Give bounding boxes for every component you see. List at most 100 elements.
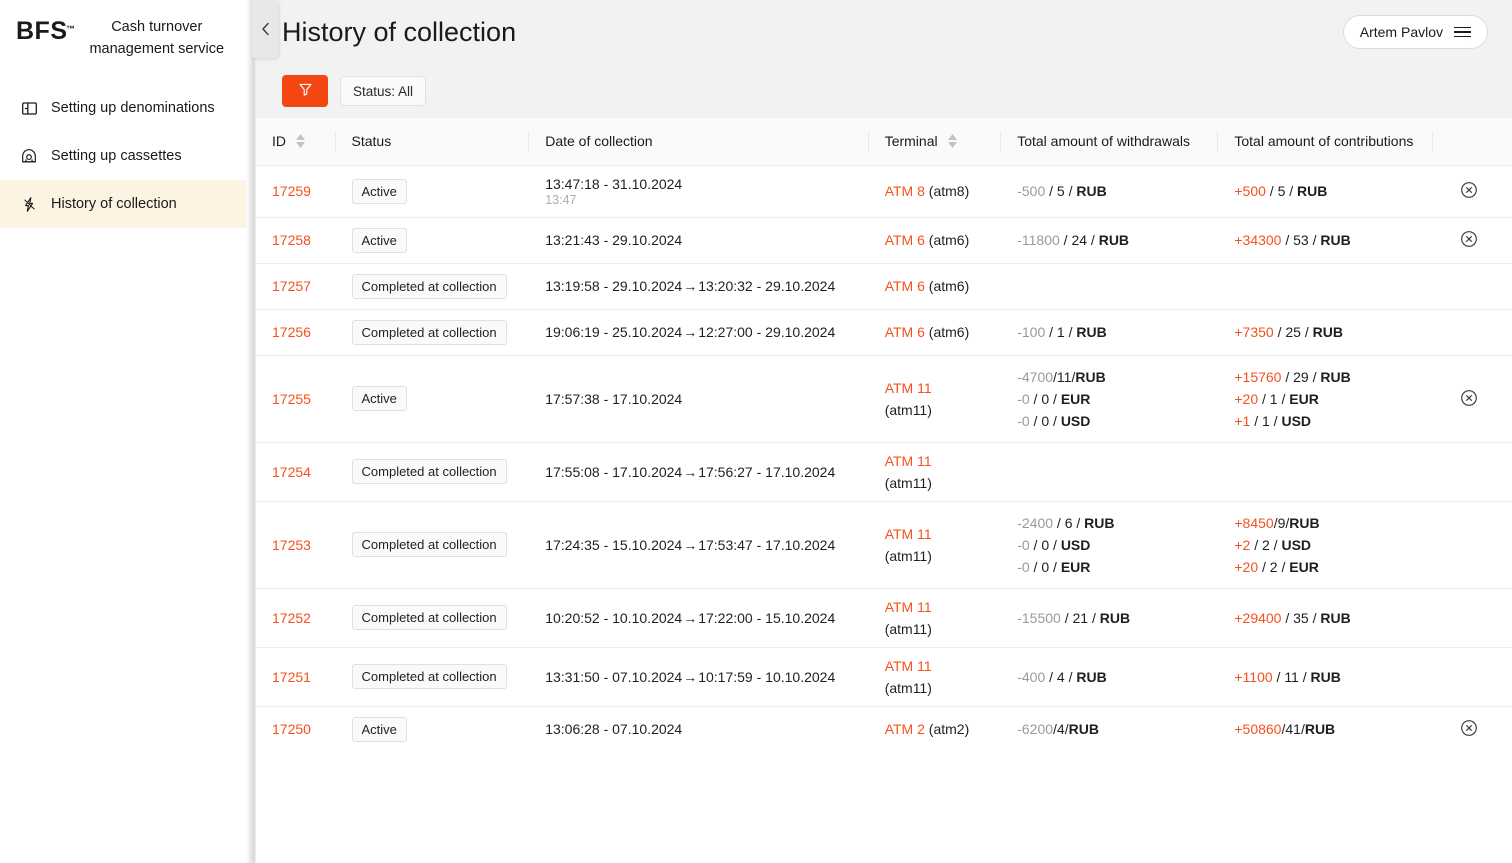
filter-button[interactable] xyxy=(282,75,328,107)
cancel-circle-icon[interactable] xyxy=(1459,718,1479,738)
column-label: Total amount of contributions xyxy=(1234,133,1414,150)
status-filter-chip[interactable]: Status: All xyxy=(340,76,427,106)
terminal-name[interactable]: ATM 2 xyxy=(885,721,925,737)
amount-value: -0 xyxy=(1017,412,1030,429)
id-link[interactable]: 17255 xyxy=(272,391,311,407)
cell-withdrawals: -6200/4/RUB xyxy=(1001,706,1219,752)
terminal-name[interactable]: ATM 6 xyxy=(885,278,925,294)
terminal-name[interactable]: ATM 6 xyxy=(885,324,925,340)
table-row[interactable]: 17257 Completed at collection 13:19:58 - 2… xyxy=(256,263,1512,310)
separator: / xyxy=(1258,390,1270,407)
table-row[interactable]: 17253 Completed at collection 17:24:35 - 1… xyxy=(256,501,1512,589)
id-link[interactable]: 17250 xyxy=(272,721,311,737)
date-start: 19:06:19 - 25.10.2024 xyxy=(545,324,683,340)
user-menu-button[interactable]: Artem Pavlov xyxy=(1342,15,1488,49)
terminal-name[interactable]: ATM 11 xyxy=(885,658,1002,674)
date-start: 17:57:38 - 17.10.2024 xyxy=(545,390,683,407)
amount-value: -0 xyxy=(1017,536,1030,553)
status-badge[interactable]: Completed at collection xyxy=(351,532,507,557)
cell-id: 17250 xyxy=(256,706,336,752)
table-row[interactable]: 17254 Completed at collection 17:55:08 - 1… xyxy=(256,442,1512,502)
separator: / xyxy=(1300,324,1313,340)
sort-toggle-icon[interactable] xyxy=(947,134,957,149)
status-badge[interactable]: Completed at collection xyxy=(351,319,507,345)
cell-id: 17258 xyxy=(256,217,336,264)
terminal-code: (atm11) xyxy=(884,679,932,696)
table-row[interactable]: 17255 Active 17:57:38 - 17.10.2024 ATM 11 (a… xyxy=(256,355,1512,443)
cancel-circle-icon[interactable] xyxy=(1459,229,1479,249)
status-badge[interactable]: Active xyxy=(351,227,407,253)
cancel-circle-icon[interactable] xyxy=(1459,388,1479,408)
separator: / xyxy=(1250,412,1262,429)
status-badge[interactable]: Active xyxy=(351,178,407,204)
separator: / xyxy=(1277,390,1290,407)
status-badge[interactable]: Active xyxy=(351,716,407,742)
cell-status: Completed at collection xyxy=(335,263,530,310)
sidebar-item-denominations[interactable]: Setting up denominations xyxy=(0,84,256,132)
separator: / xyxy=(1269,412,1282,429)
amount-line: +500 / 5 / RUB xyxy=(1234,180,1433,202)
column-header-total-contributions: Total amount of contributions xyxy=(1218,118,1434,166)
table-row[interactable]: 17259 Active 13:47:18 - 31.10.2024 13:47 ATM… xyxy=(256,165,1512,218)
column-header-id[interactable]: ID xyxy=(256,118,336,166)
cell-withdrawals: -15500 / 21 / RUB xyxy=(1001,588,1219,648)
id-link[interactable]: 17256 xyxy=(272,324,311,340)
trademark-mark: ™ xyxy=(66,24,76,34)
table-header-row: ID Status Date of collection Terminal To… xyxy=(256,118,1512,166)
status-badge[interactable]: Completed at collection xyxy=(351,605,507,630)
id-link[interactable]: 17259 xyxy=(272,183,311,199)
terminal-name[interactable]: ATM 11 xyxy=(885,599,1002,615)
sidebar-nav: Setting up denominations Setting up cass… xyxy=(0,84,256,228)
sidebar-item-cassettes[interactable]: Setting up cassettes xyxy=(0,132,256,180)
separator: / xyxy=(1258,558,1270,575)
amount-currency: USD xyxy=(1060,536,1091,553)
amount-line: -2400 / 6 / RUB xyxy=(1017,512,1218,534)
amount-value: +1 xyxy=(1234,412,1251,429)
terminal-name[interactable]: ATM 11 xyxy=(885,526,1002,542)
amount-count: 1 xyxy=(1056,324,1065,340)
table-row[interactable]: 17250 Active 13:06:28 - 07.10.2024 ATM 2 (a… xyxy=(256,706,1512,752)
date-end: 17:56:27 - 17.10.2024 xyxy=(698,463,836,480)
cell-contributions: +34300 / 53 / RUB xyxy=(1218,217,1434,264)
terminal-name[interactable]: ATM 6 xyxy=(885,232,925,248)
sort-toggle-icon[interactable] xyxy=(296,134,305,149)
amount-value: -0 xyxy=(1017,390,1030,407)
amount-currency: RUB xyxy=(1320,368,1351,385)
amount-line: +8450/9/RUB xyxy=(1234,512,1433,534)
column-header-terminal[interactable]: Terminal xyxy=(868,118,1002,166)
separator: / xyxy=(1064,183,1077,199)
date-end: 10:17:59 - 10.10.2024 xyxy=(698,668,836,685)
cell-actions xyxy=(1433,588,1512,648)
cell-actions xyxy=(1433,217,1512,264)
date-start: 17:24:35 - 15.10.2024 xyxy=(545,536,683,553)
id-link[interactable]: 17253 xyxy=(272,537,311,553)
table-row[interactable]: 17256 Completed at collection 19:06:19 - 2… xyxy=(256,309,1512,356)
id-link[interactable]: 17257 xyxy=(272,278,311,294)
status-badge[interactable]: Completed at collection xyxy=(351,664,507,689)
amount-count: 21 xyxy=(1072,609,1089,626)
amount-count: 4 xyxy=(1056,721,1065,737)
sidebar-collapse-button[interactable] xyxy=(252,0,278,58)
status-badge[interactable]: Active xyxy=(351,386,407,411)
cell-date: 17:24:35 - 15.10.2024→17:53:47 - 17.10.2… xyxy=(529,501,869,589)
table-row[interactable]: 17251 Completed at collection 13:31:50 - 0… xyxy=(256,647,1512,707)
sidebar-item-history-of-collection[interactable]: History of collection xyxy=(0,180,256,228)
status-badge[interactable]: Completed at collection xyxy=(351,459,507,484)
separator: / xyxy=(1088,609,1100,626)
id-link[interactable]: 17254 xyxy=(272,464,311,480)
id-link[interactable]: 17258 xyxy=(272,232,311,248)
table-row[interactable]: 17252 Completed at collection 10:20:52 - 1… xyxy=(256,588,1512,648)
separator: / xyxy=(1265,183,1278,199)
amount-value: -500 xyxy=(1017,183,1046,199)
status-badge[interactable]: Completed at collection xyxy=(351,273,507,299)
table-row[interactable]: 17258 Active 13:21:43 - 29.10.2024 ATM 6 (a… xyxy=(256,217,1512,264)
amount-value: +500 xyxy=(1234,183,1266,199)
id-link[interactable]: 17251 xyxy=(272,669,311,685)
cancel-circle-icon[interactable] xyxy=(1459,180,1479,200)
amount-currency: USD xyxy=(1281,536,1312,553)
terminal-name[interactable]: ATM 11 xyxy=(885,380,1002,396)
terminal-name[interactable]: ATM 8 xyxy=(885,183,925,199)
terminal-name[interactable]: ATM 11 xyxy=(885,453,1002,469)
separator: / xyxy=(1308,232,1321,248)
id-link[interactable]: 17252 xyxy=(272,610,311,626)
